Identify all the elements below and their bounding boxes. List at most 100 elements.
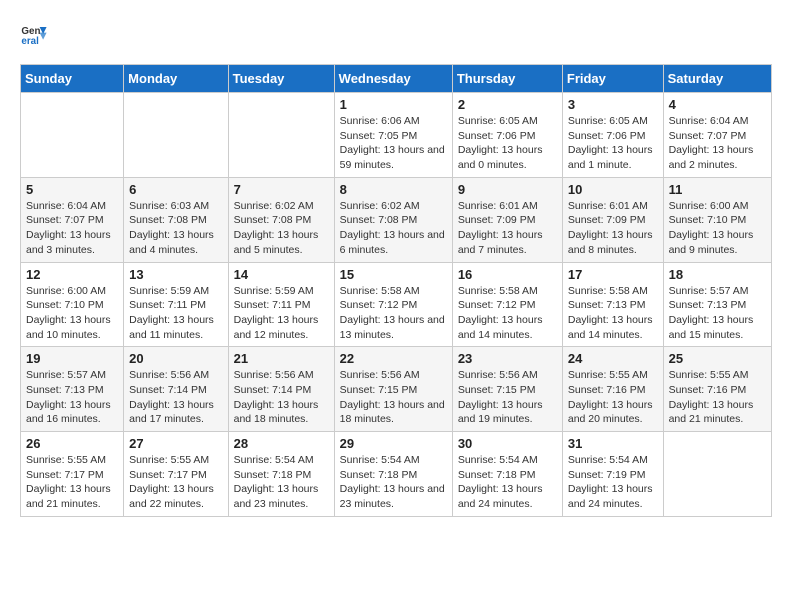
day-info: Sunrise: 6:04 AMSunset: 7:07 PMDaylight:… — [26, 199, 118, 258]
calendar-cell: 24 Sunrise: 5:55 AMSunset: 7:16 PMDayligh… — [562, 347, 663, 432]
calendar-cell: 27 Sunrise: 5:55 AMSunset: 7:17 PMDayligh… — [124, 432, 228, 517]
day-info: Sunrise: 5:56 AMSunset: 7:14 PMDaylight:… — [234, 368, 329, 427]
calendar-week-2: 5 Sunrise: 6:04 AMSunset: 7:07 PMDaylight… — [21, 177, 772, 262]
day-info: Sunrise: 6:01 AMSunset: 7:09 PMDaylight:… — [568, 199, 658, 258]
calendar-cell: 23Sunrise: 5:56 AMSunset: 7:15 PMDayligh… — [452, 347, 562, 432]
calendar-cell: 7 Sunrise: 6:02 AMSunset: 7:08 PMDaylight… — [228, 177, 334, 262]
day-info: Sunrise: 5:59 AMSunset: 7:11 PMDaylight:… — [129, 284, 222, 343]
day-info: Sunrise: 5:56 AMSunset: 7:14 PMDaylight:… — [129, 368, 222, 427]
calendar-cell — [124, 93, 228, 178]
calendar-cell: 28 Sunrise: 5:54 AMSunset: 7:18 PMDayligh… — [228, 432, 334, 517]
day-number: 23 — [458, 351, 557, 366]
day-number: 15 — [340, 267, 447, 282]
calendar-table: SundayMondayTuesdayWednesdayThursdayFrid… — [20, 64, 772, 517]
day-number: 28 — [234, 436, 329, 451]
calendar-cell: 30 Sunrise: 5:54 AMSunset: 7:18 PMDayligh… — [452, 432, 562, 517]
day-info: Sunrise: 5:56 AMSunset: 7:15 PMDaylight:… — [340, 368, 447, 427]
day-number: 11 — [669, 182, 766, 197]
day-number: 25 — [669, 351, 766, 366]
day-number: 24 — [568, 351, 658, 366]
day-number: 7 — [234, 182, 329, 197]
day-info: Sunrise: 6:03 AMSunset: 7:08 PMDaylight:… — [129, 199, 222, 258]
calendar-cell: 8Sunrise: 6:02 AMSunset: 7:08 PMDaylight… — [334, 177, 452, 262]
day-info: Sunrise: 6:02 AMSunset: 7:08 PMDaylight:… — [340, 199, 447, 258]
calendar-week-3: 12Sunrise: 6:00 AMSunset: 7:10 PMDayligh… — [21, 262, 772, 347]
day-info: Sunrise: 5:55 AMSunset: 7:16 PMDaylight:… — [568, 368, 658, 427]
logo-icon: Gen eral — [20, 20, 48, 48]
day-info: Sunrise: 5:58 AMSunset: 7:13 PMDaylight:… — [568, 284, 658, 343]
weekday-header-wednesday: Wednesday — [334, 65, 452, 93]
calendar-week-4: 19 Sunrise: 5:57 AMSunset: 7:13 PMDayligh… — [21, 347, 772, 432]
day-info: Sunrise: 5:54 AMSunset: 7:19 PMDaylight:… — [568, 453, 658, 512]
day-info: Sunrise: 6:06 AMSunset: 7:05 PMDaylight:… — [340, 114, 447, 173]
calendar-cell: 3 Sunrise: 6:05 AMSunset: 7:06 PMDaylight… — [562, 93, 663, 178]
day-number: 26 — [26, 436, 118, 451]
day-info: Sunrise: 5:55 AMSunset: 7:17 PMDaylight:… — [129, 453, 222, 512]
day-number: 18 — [669, 267, 766, 282]
weekday-header-monday: Monday — [124, 65, 228, 93]
day-info: Sunrise: 6:05 AMSunset: 7:06 PMDaylight:… — [458, 114, 557, 173]
weekday-header-tuesday: Tuesday — [228, 65, 334, 93]
day-number: 6 — [129, 182, 222, 197]
calendar-cell: 29Sunrise: 5:54 AMSunset: 7:18 PMDayligh… — [334, 432, 452, 517]
calendar-cell: 4 Sunrise: 6:04 AMSunset: 7:07 PMDaylight… — [663, 93, 771, 178]
day-info: Sunrise: 5:57 AMSunset: 7:13 PMDaylight:… — [26, 368, 118, 427]
calendar-cell: 5 Sunrise: 6:04 AMSunset: 7:07 PMDaylight… — [21, 177, 124, 262]
day-info: Sunrise: 5:55 AMSunset: 7:17 PMDaylight:… — [26, 453, 118, 512]
calendar-cell: 19 Sunrise: 5:57 AMSunset: 7:13 PMDayligh… — [21, 347, 124, 432]
calendar-cell: 26 Sunrise: 5:55 AMSunset: 7:17 PMDayligh… — [21, 432, 124, 517]
day-number: 10 — [568, 182, 658, 197]
calendar-cell: 25 Sunrise: 5:55 AMSunset: 7:16 PMDayligh… — [663, 347, 771, 432]
weekday-header-thursday: Thursday — [452, 65, 562, 93]
page-header: Gen eral — [20, 20, 772, 48]
day-number: 5 — [26, 182, 118, 197]
calendar-cell: 31 Sunrise: 5:54 AMSunset: 7:19 PMDayligh… — [562, 432, 663, 517]
weekday-header-saturday: Saturday — [663, 65, 771, 93]
calendar-cell: 10 Sunrise: 6:01 AMSunset: 7:09 PMDayligh… — [562, 177, 663, 262]
day-number: 20 — [129, 351, 222, 366]
calendar-cell: 20 Sunrise: 5:56 AMSunset: 7:14 PMDayligh… — [124, 347, 228, 432]
day-info: Sunrise: 6:00 AMSunset: 7:10 PMDaylight:… — [669, 199, 766, 258]
calendar-cell: 22 Sunrise: 5:56 AMSunset: 7:15 PMDayligh… — [334, 347, 452, 432]
day-number: 13 — [129, 267, 222, 282]
day-info: Sunrise: 5:54 AMSunset: 7:18 PMDaylight:… — [234, 453, 329, 512]
day-number: 17 — [568, 267, 658, 282]
logo: Gen eral — [20, 20, 52, 48]
day-info: Sunrise: 6:02 AMSunset: 7:08 PMDaylight:… — [234, 199, 329, 258]
calendar-week-1: 1Sunrise: 6:06 AMSunset: 7:05 PMDaylight… — [21, 93, 772, 178]
day-number: 19 — [26, 351, 118, 366]
day-info: Sunrise: 5:54 AMSunset: 7:18 PMDaylight:… — [458, 453, 557, 512]
calendar-cell — [21, 93, 124, 178]
day-info: Sunrise: 6:05 AMSunset: 7:06 PMDaylight:… — [568, 114, 658, 173]
day-info: Sunrise: 5:57 AMSunset: 7:13 PMDaylight:… — [669, 284, 766, 343]
day-number: 31 — [568, 436, 658, 451]
day-number: 9 — [458, 182, 557, 197]
day-info: Sunrise: 5:58 AMSunset: 7:12 PMDaylight:… — [340, 284, 447, 343]
day-number: 3 — [568, 97, 658, 112]
calendar-cell: 11 Sunrise: 6:00 AMSunset: 7:10 PMDayligh… — [663, 177, 771, 262]
calendar-cell: 16Sunrise: 5:58 AMSunset: 7:12 PMDayligh… — [452, 262, 562, 347]
calendar-cell: 15 Sunrise: 5:58 AMSunset: 7:12 PMDayligh… — [334, 262, 452, 347]
weekday-header-friday: Friday — [562, 65, 663, 93]
calendar-week-5: 26 Sunrise: 5:55 AMSunset: 7:17 PMDayligh… — [21, 432, 772, 517]
day-info: Sunrise: 5:54 AMSunset: 7:18 PMDaylight:… — [340, 453, 447, 512]
calendar-cell: 21 Sunrise: 5:56 AMSunset: 7:14 PMDayligh… — [228, 347, 334, 432]
calendar-cell: 18 Sunrise: 5:57 AMSunset: 7:13 PMDayligh… — [663, 262, 771, 347]
calendar-cell: 9Sunrise: 6:01 AMSunset: 7:09 PMDaylight… — [452, 177, 562, 262]
day-number: 22 — [340, 351, 447, 366]
weekday-header-sunday: Sunday — [21, 65, 124, 93]
calendar-cell: 1Sunrise: 6:06 AMSunset: 7:05 PMDaylight… — [334, 93, 452, 178]
day-info: Sunrise: 5:55 AMSunset: 7:16 PMDaylight:… — [669, 368, 766, 427]
calendar-cell: 12Sunrise: 6:00 AMSunset: 7:10 PMDayligh… — [21, 262, 124, 347]
svg-text:eral: eral — [21, 36, 39, 47]
day-number: 27 — [129, 436, 222, 451]
day-number: 21 — [234, 351, 329, 366]
day-info: Sunrise: 6:04 AMSunset: 7:07 PMDaylight:… — [669, 114, 766, 173]
calendar-cell — [663, 432, 771, 517]
day-info: Sunrise: 5:58 AMSunset: 7:12 PMDaylight:… — [458, 284, 557, 343]
day-number: 30 — [458, 436, 557, 451]
day-number: 4 — [669, 97, 766, 112]
calendar-cell: 17 Sunrise: 5:58 AMSunset: 7:13 PMDayligh… — [562, 262, 663, 347]
day-info: Sunrise: 6:00 AMSunset: 7:10 PMDaylight:… — [26, 284, 118, 343]
day-info: Sunrise: 5:59 AMSunset: 7:11 PMDaylight:… — [234, 284, 329, 343]
